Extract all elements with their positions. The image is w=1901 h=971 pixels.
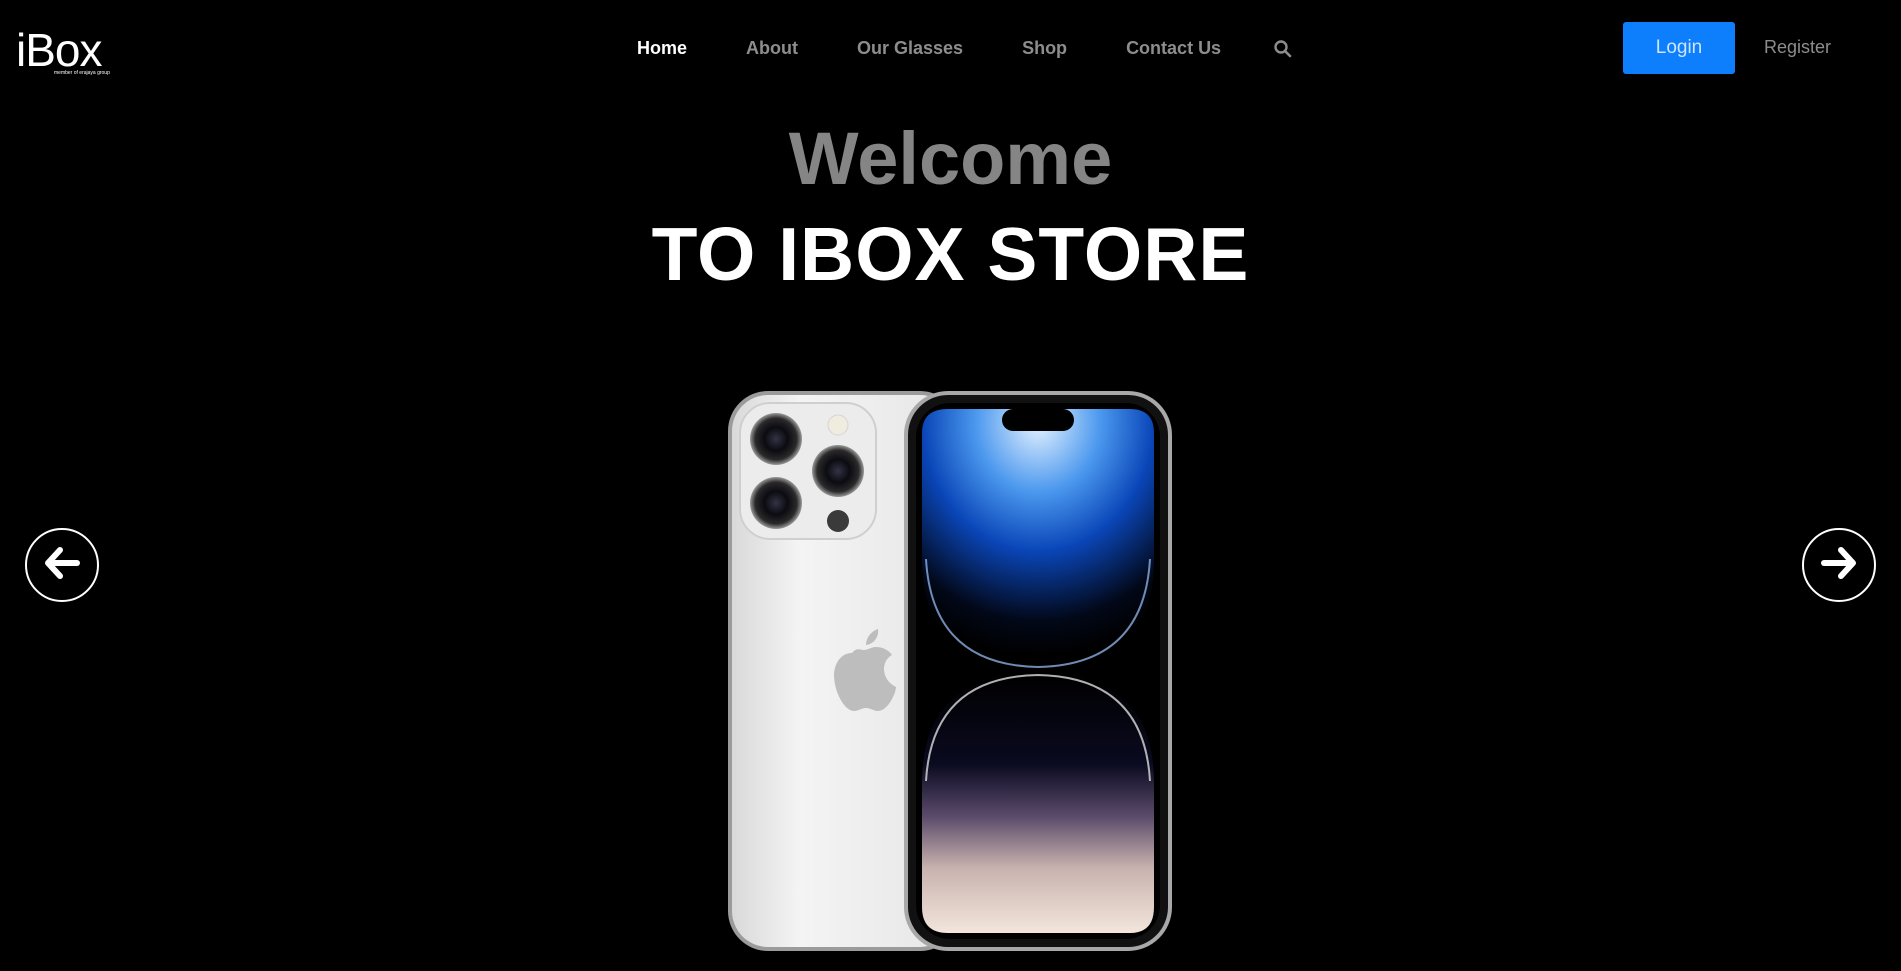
product-image-phone (726, 389, 1174, 953)
search-icon[interactable] (1273, 39, 1293, 59)
login-button[interactable]: Login (1623, 22, 1735, 74)
logo-tagline: member of erajaya group (54, 70, 110, 76)
hero-title: TO IBOX STORE (651, 212, 1250, 296)
arrow-left-icon (44, 546, 80, 584)
arrow-right-icon (1821, 546, 1857, 584)
nav-our-glasses[interactable]: Our Glasses (857, 38, 963, 59)
nav-contact-us[interactable]: Contact Us (1126, 38, 1221, 59)
nav-about[interactable]: About (746, 38, 798, 59)
next-slide-button[interactable] (1802, 528, 1876, 602)
main-nav: Home About Our Glasses Shop Contact Us (637, 36, 1280, 60)
nav-home[interactable]: Home (637, 38, 687, 59)
logo-wordmark: iBox (16, 24, 102, 76)
logo[interactable]: iBox member of erajaya group (16, 24, 118, 82)
hero-welcome: Welcome (788, 117, 1113, 200)
nav-shop[interactable]: Shop (1022, 38, 1067, 59)
register-link[interactable]: Register (1764, 37, 1831, 58)
prev-slide-button[interactable] (25, 528, 99, 602)
